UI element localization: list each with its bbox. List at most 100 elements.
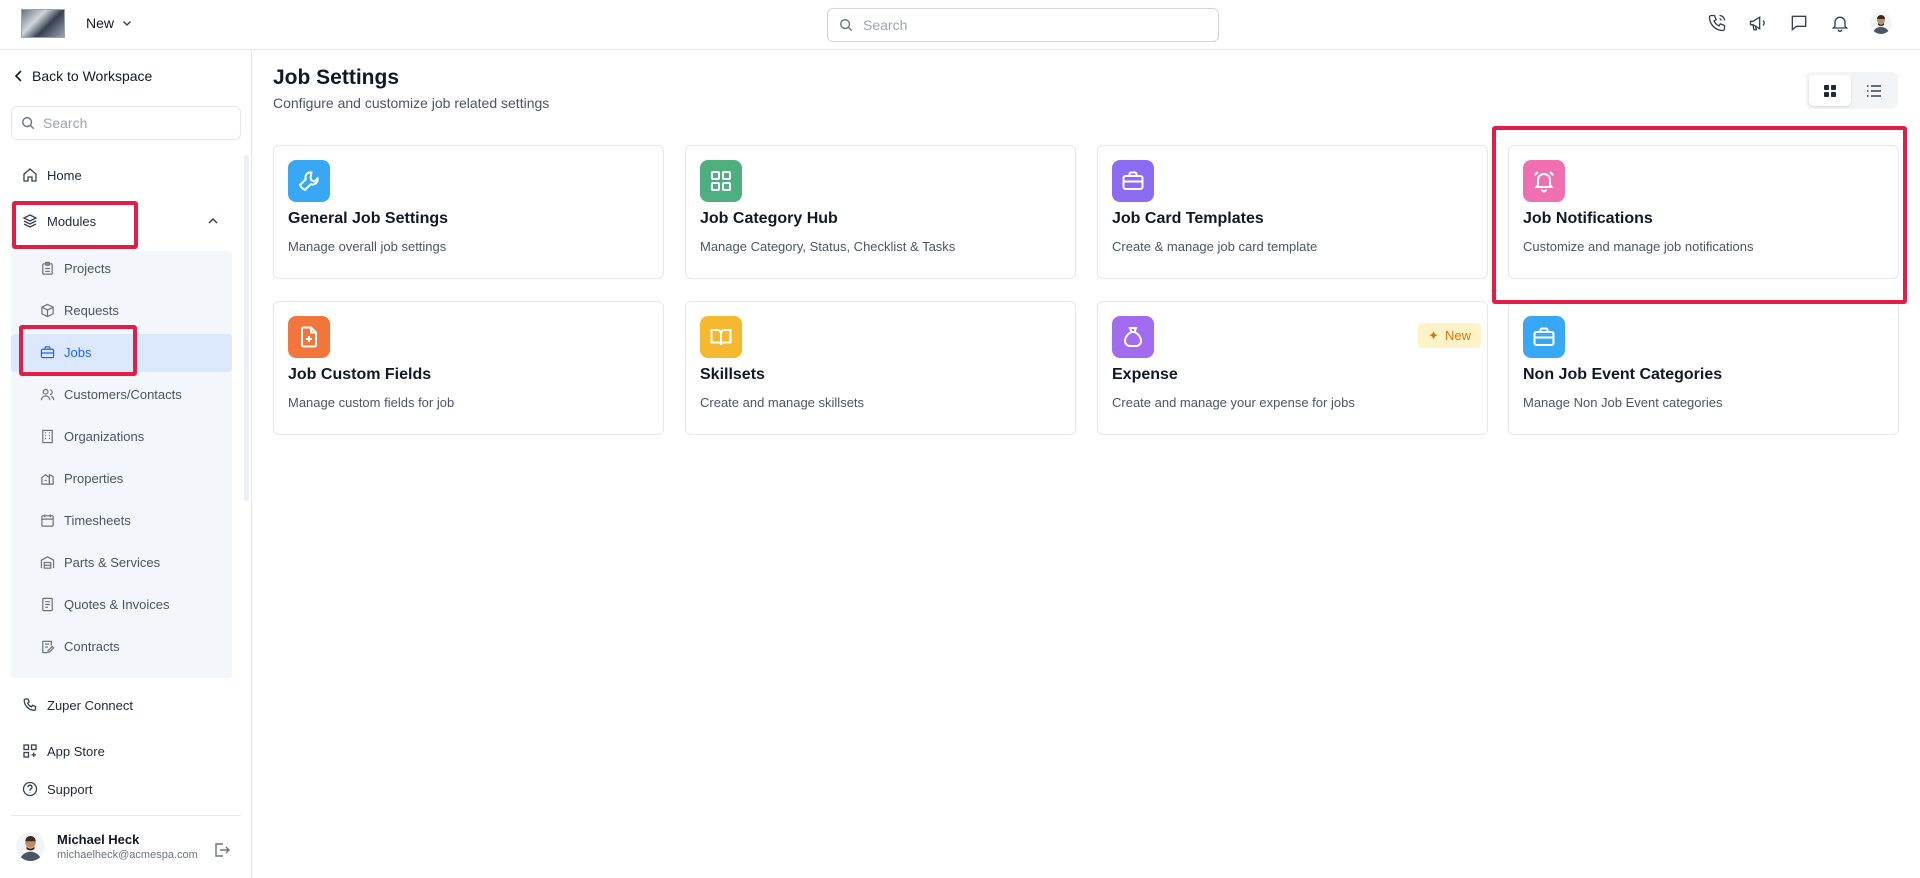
grid-view-button[interactable] [1809, 75, 1851, 106]
sidebar-item-label: Contracts [64, 639, 120, 654]
user-profile[interactable]: Michael Heck michaelheck@acmespa.com [16, 832, 198, 861]
card-title: Skillsets [700, 366, 765, 383]
card-job-category-hub[interactable]: Job Category Hub Manage Category, Status… [685, 145, 1076, 279]
sidebar-item-quotes-invoices[interactable]: Quotes & Invoices [40, 597, 170, 612]
chat-icon[interactable] [1788, 12, 1810, 34]
card-expense[interactable]: ✦ New Expense Create and manage your exp… [1097, 301, 1488, 435]
sidebar-item-label: Modules [47, 213, 97, 229]
invoice-icon [42, 597, 53, 612]
sidebar-item-projects[interactable]: Projects [40, 261, 111, 276]
sidebar-item-properties[interactable]: Properties [40, 471, 123, 486]
sidebar-search-input[interactable] [43, 115, 223, 131]
sidebar-item-parts-services[interactable]: Parts & Services [40, 555, 160, 570]
card-job-card-templates[interactable]: Job Card Templates Create & manage job c… [1097, 145, 1488, 279]
sidebar-item-label: Projects [64, 261, 111, 276]
clipboard-icon [42, 261, 53, 275]
sidebar-item-app-store[interactable]: App Store [22, 743, 105, 759]
logout-icon[interactable] [213, 841, 231, 859]
briefcase-icon [40, 346, 55, 359]
list-view-button[interactable] [1853, 75, 1895, 106]
card-title: Job Custom Fields [288, 366, 432, 383]
phone-icon[interactable] [1706, 12, 1728, 34]
sidebar-item-label: Home [47, 167, 82, 183]
help-icon [22, 781, 38, 797]
card-title: General Job Settings [288, 210, 449, 227]
book-icon [700, 316, 742, 358]
users-icon [40, 388, 55, 401]
home-icon [23, 168, 37, 182]
user-name: Michael Heck [57, 832, 140, 847]
card-job-custom-fields[interactable]: Job Custom Fields Manage custom fields f… [273, 301, 664, 435]
card-description: Customize and manage job notifications [1523, 239, 1754, 254]
sidebar-item-jobs[interactable]: Jobs [40, 345, 91, 360]
briefcase-icon [1112, 160, 1154, 202]
new-dropdown-button[interactable]: New [86, 15, 132, 31]
layers-icon [22, 214, 38, 228]
global-search-input[interactable] [863, 17, 1183, 33]
sidebar-item-support[interactable]: Support [22, 781, 93, 797]
bell-ring-icon [1523, 160, 1565, 202]
new-badge: ✦ New [1418, 323, 1481, 348]
card-job-notifications[interactable]: Job Notifications Customize and manage j… [1508, 145, 1899, 279]
chevron-left-icon [14, 70, 22, 82]
card-title: Job Card Templates [1112, 210, 1264, 227]
sidebar-item-label: Quotes & Invoices [64, 597, 170, 612]
sidebar-scrollbar[interactable] [244, 155, 249, 501]
avatar [16, 832, 45, 861]
card-title: Non Job Event Categories [1523, 366, 1723, 383]
sidebar-item-modules[interactable]: Modules [22, 213, 96, 229]
grid-view-icon [1824, 84, 1836, 97]
user-avatar[interactable] [1870, 12, 1892, 34]
money-bag-icon [1112, 316, 1154, 358]
chevron-up-icon[interactable] [206, 214, 220, 228]
top-bar: New [0, 0, 1920, 50]
bell-icon[interactable] [1829, 12, 1851, 34]
company-logo[interactable] [21, 9, 65, 38]
sidebar-item-zuper-connect[interactable]: Zuper Connect [22, 697, 133, 713]
badge-label: New [1444, 328, 1471, 343]
apps-icon [23, 744, 37, 758]
chevron-down-icon [123, 21, 132, 26]
card-skillsets[interactable]: Skillsets Create and manage skillsets [685, 301, 1076, 435]
card-description: Create and manage your expense for jobs [1112, 395, 1355, 410]
megaphone-icon[interactable] [1747, 12, 1769, 34]
card-general-job-settings[interactable]: General Job Settings Manage overall job … [273, 145, 664, 279]
card-description: Manage overall job settings [288, 239, 447, 254]
sidebar-item-customers[interactable]: Customers/Contacts [40, 387, 182, 402]
search-icon [840, 19, 853, 32]
sidebar-item-label: Jobs [64, 345, 92, 360]
card-description: Create & manage job card template [1112, 239, 1318, 254]
sidebar-search[interactable] [11, 106, 241, 140]
back-label: Back to Workspace [32, 68, 153, 84]
warehouse-icon [40, 556, 55, 569]
phone-icon [23, 698, 37, 711]
sidebar-item-label: Parts & Services [64, 555, 161, 570]
card-title: Expense [1112, 366, 1178, 383]
sidebar-item-label: Zuper Connect [47, 697, 133, 713]
sidebar-item-requests[interactable]: Requests [40, 303, 119, 318]
card-description: Manage Category, Status, Checklist & Tas… [700, 239, 956, 254]
sidebar-item-organizations[interactable]: Organizations [40, 429, 144, 444]
sidebar-item-label: App Store [47, 743, 105, 759]
sidebar-item-timesheets[interactable]: Timesheets [40, 513, 131, 528]
card-non-job-event-categories[interactable]: Non Job Event Categories Manage Non Job … [1508, 301, 1899, 435]
box-icon [41, 303, 54, 318]
sidebar-item-label: Requests [64, 303, 119, 318]
sidebar-item-home[interactable]: Home [22, 167, 82, 183]
card-title: Job Category Hub [700, 210, 838, 227]
divider [11, 815, 241, 816]
page-subtitle: Configure and customize job related sett… [273, 95, 550, 111]
back-to-workspace-link[interactable]: Back to Workspace [14, 68, 152, 84]
card-title: Job Notifications [1523, 210, 1653, 227]
file-plus-icon [288, 316, 330, 358]
global-search[interactable] [827, 8, 1219, 42]
list-view-icon [1867, 84, 1881, 97]
grid-icon [700, 160, 742, 202]
card-description: Create and manage skillsets [700, 395, 865, 410]
user-email: michaelheck@acmespa.com [57, 849, 198, 861]
sidebar-item-label: Customers/Contacts [64, 387, 182, 402]
property-icon [41, 473, 54, 485]
briefcase-icon [1523, 316, 1565, 358]
sidebar-item-contracts[interactable]: Contracts [40, 639, 120, 654]
contract-icon [42, 640, 55, 654]
